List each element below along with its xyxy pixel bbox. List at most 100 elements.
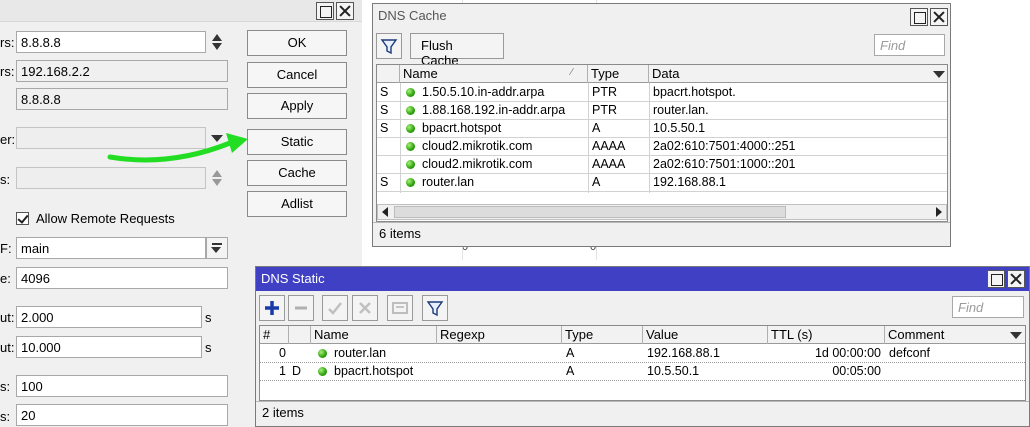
- find-input[interactable]: Find: [874, 34, 945, 56]
- adlist-button[interactable]: Adlist: [247, 191, 347, 217]
- row-name: 1.88.168.192.in-addr.arpa: [422, 103, 566, 117]
- row-name: bpacrt.hotspot: [422, 121, 502, 135]
- row-name: 1.50.5.10.in-addr.arpa: [422, 85, 545, 99]
- column-header-name[interactable]: Name: [400, 65, 588, 83]
- row-flag: [289, 345, 311, 363]
- row-value: 10.5.50.1: [647, 364, 700, 378]
- flag-column-header: [377, 65, 400, 83]
- query-total-timeout-input[interactable]: 10.000: [16, 336, 202, 358]
- dns-cache-table: Name ∕ Type Data S 1.50.5.10.in-addr.arpa…: [376, 64, 948, 222]
- query-total-timeout-label: ut:: [0, 340, 15, 355]
- row-comment: defconf: [889, 346, 931, 360]
- doh-field[interactable]: [16, 167, 206, 189]
- cache-size-input[interactable]: 4096: [16, 267, 228, 289]
- maximize-icon[interactable]: [316, 2, 334, 20]
- max-concurrent-queries-input[interactable]: 100: [16, 375, 228, 397]
- max-concurrent-tcp-input[interactable]: 20: [16, 404, 228, 426]
- vrf-dropdown-button[interactable]: [206, 237, 228, 259]
- status-divider: [373, 222, 950, 223]
- table-row[interactable]: S 1.88.168.192.in-addr.arpa PTR router.lan.: [377, 102, 947, 120]
- find-input[interactable]: Find: [952, 296, 1024, 318]
- column-menu-chevron-icon[interactable]: [933, 71, 945, 78]
- status-dot-icon: [406, 142, 415, 151]
- servers-input[interactable]: 8.8.8.8: [16, 31, 206, 53]
- allow-remote-requests-checkbox[interactable]: [16, 212, 29, 225]
- row-regexp: [438, 345, 561, 363]
- table-header: Name ∕ Type Data: [377, 65, 947, 83]
- column-header-name[interactable]: Name: [311, 326, 437, 344]
- row-name: bpacrt.hotspot: [334, 364, 414, 378]
- check-icon: [328, 302, 342, 315]
- row-comment: [886, 363, 1024, 381]
- row-value: 192.168.88.1: [647, 346, 720, 360]
- column-header-value[interactable]: Value: [643, 326, 768, 344]
- apply-button[interactable]: Apply: [247, 93, 347, 119]
- max-concurrent-tcp-label: s:: [0, 409, 11, 424]
- static-button[interactable]: Static: [247, 129, 347, 155]
- table-row[interactable]: Sbpacrt.hotspot A 10.5.50.1: [377, 120, 947, 138]
- column-header-type[interactable]: Type: [562, 326, 643, 344]
- add-button[interactable]: [259, 295, 285, 321]
- ok-button[interactable]: OK: [247, 30, 347, 56]
- status-dot-icon: [406, 160, 415, 169]
- table-row[interactable]: cloud2.mikrotik.com AAAA 2a02:610:7501:100…: [377, 156, 947, 174]
- disable-button[interactable]: [352, 295, 378, 321]
- filter-icon: [380, 39, 398, 55]
- close-icon[interactable]: [1007, 270, 1025, 288]
- column-header-regexp[interactable]: Regexp: [437, 326, 562, 344]
- close-icon[interactable]: [930, 8, 948, 26]
- query-server-timeout-input[interactable]: 2.000: [16, 306, 202, 328]
- unit-seconds: s: [205, 310, 212, 325]
- row-name: cloud2.mikrotik.com: [422, 139, 533, 153]
- row-flag: D: [292, 364, 302, 378]
- dns-settings-titlebar: [0, 0, 362, 22]
- dynamic-servers-label: rs:: [0, 64, 15, 79]
- flush-cache-button[interactable]: Flush Cache: [410, 33, 504, 68]
- row-name: router.lan: [422, 175, 475, 189]
- row-flag: S: [380, 121, 389, 135]
- table-header: # Name Regexp Type Value TTL (s) Comment: [260, 326, 1025, 344]
- table-row[interactable]: 0 router.lan A 192.168.88.1 1d 00:00:00 defco…: [260, 345, 1025, 363]
- horizontal-scrollbar[interactable]: [377, 204, 947, 220]
- column-header-number[interactable]: #: [260, 326, 289, 344]
- column-header-ttl[interactable]: TTL (s): [768, 326, 885, 344]
- row-regexp: [438, 363, 561, 381]
- row-flag: S: [380, 85, 389, 99]
- table-row[interactable]: Srouter.lan A 192.168.88.1: [377, 174, 947, 192]
- column-header-data[interactable]: Data: [649, 65, 947, 83]
- servers-label: rs:: [0, 35, 15, 50]
- maximize-icon[interactable]: [987, 270, 1005, 288]
- filter-icon: [426, 301, 444, 317]
- verify-doh-label: s:: [0, 172, 11, 187]
- remove-button[interactable]: [288, 295, 314, 321]
- table-row[interactable]: 1 Dbpacrt.hotspot A 10.5.50.1 00:05:00: [260, 363, 1025, 381]
- row-type: AAAA: [592, 139, 626, 153]
- status-dot-icon: [406, 106, 415, 115]
- filter-button[interactable]: [422, 295, 448, 321]
- dynamic-servers-field-2: 8.8.8.8: [16, 88, 228, 110]
- column-header-type[interactable]: Type: [588, 65, 649, 83]
- table-row[interactable]: S 1.50.5.10.in-addr.arpa PTR bpacrt.hotspot…: [377, 84, 947, 102]
- cache-button[interactable]: Cache: [247, 160, 347, 186]
- servers-updown-icon[interactable]: [212, 33, 222, 51]
- column-menu-chevron-icon[interactable]: [1010, 332, 1022, 339]
- enable-button[interactable]: [322, 295, 348, 321]
- scroll-right-icon[interactable]: [936, 207, 942, 217]
- doh-updown-icon[interactable]: [212, 169, 222, 187]
- status-dot-icon: [318, 349, 327, 358]
- vrf-select[interactable]: main: [16, 237, 206, 259]
- flag-column-header: [289, 326, 311, 344]
- column-divider: [400, 83, 401, 193]
- scrollbar-thumb[interactable]: [394, 206, 786, 218]
- close-icon[interactable]: [336, 2, 354, 20]
- row-name: router.lan: [334, 346, 387, 360]
- table-row[interactable]: cloud2.mikrotik.com AAAA 2a02:610:7501:400…: [377, 138, 947, 156]
- scroll-left-icon[interactable]: [382, 207, 388, 217]
- comment-button[interactable]: [387, 295, 413, 321]
- column-divider: [649, 83, 650, 193]
- maximize-icon[interactable]: [910, 8, 928, 26]
- column-header-comment[interactable]: Comment: [885, 326, 1025, 344]
- cancel-button[interactable]: Cancel: [247, 62, 347, 88]
- filter-button[interactable]: [376, 33, 402, 59]
- dns-static-titlebar: DNS Static: [256, 267, 1029, 291]
